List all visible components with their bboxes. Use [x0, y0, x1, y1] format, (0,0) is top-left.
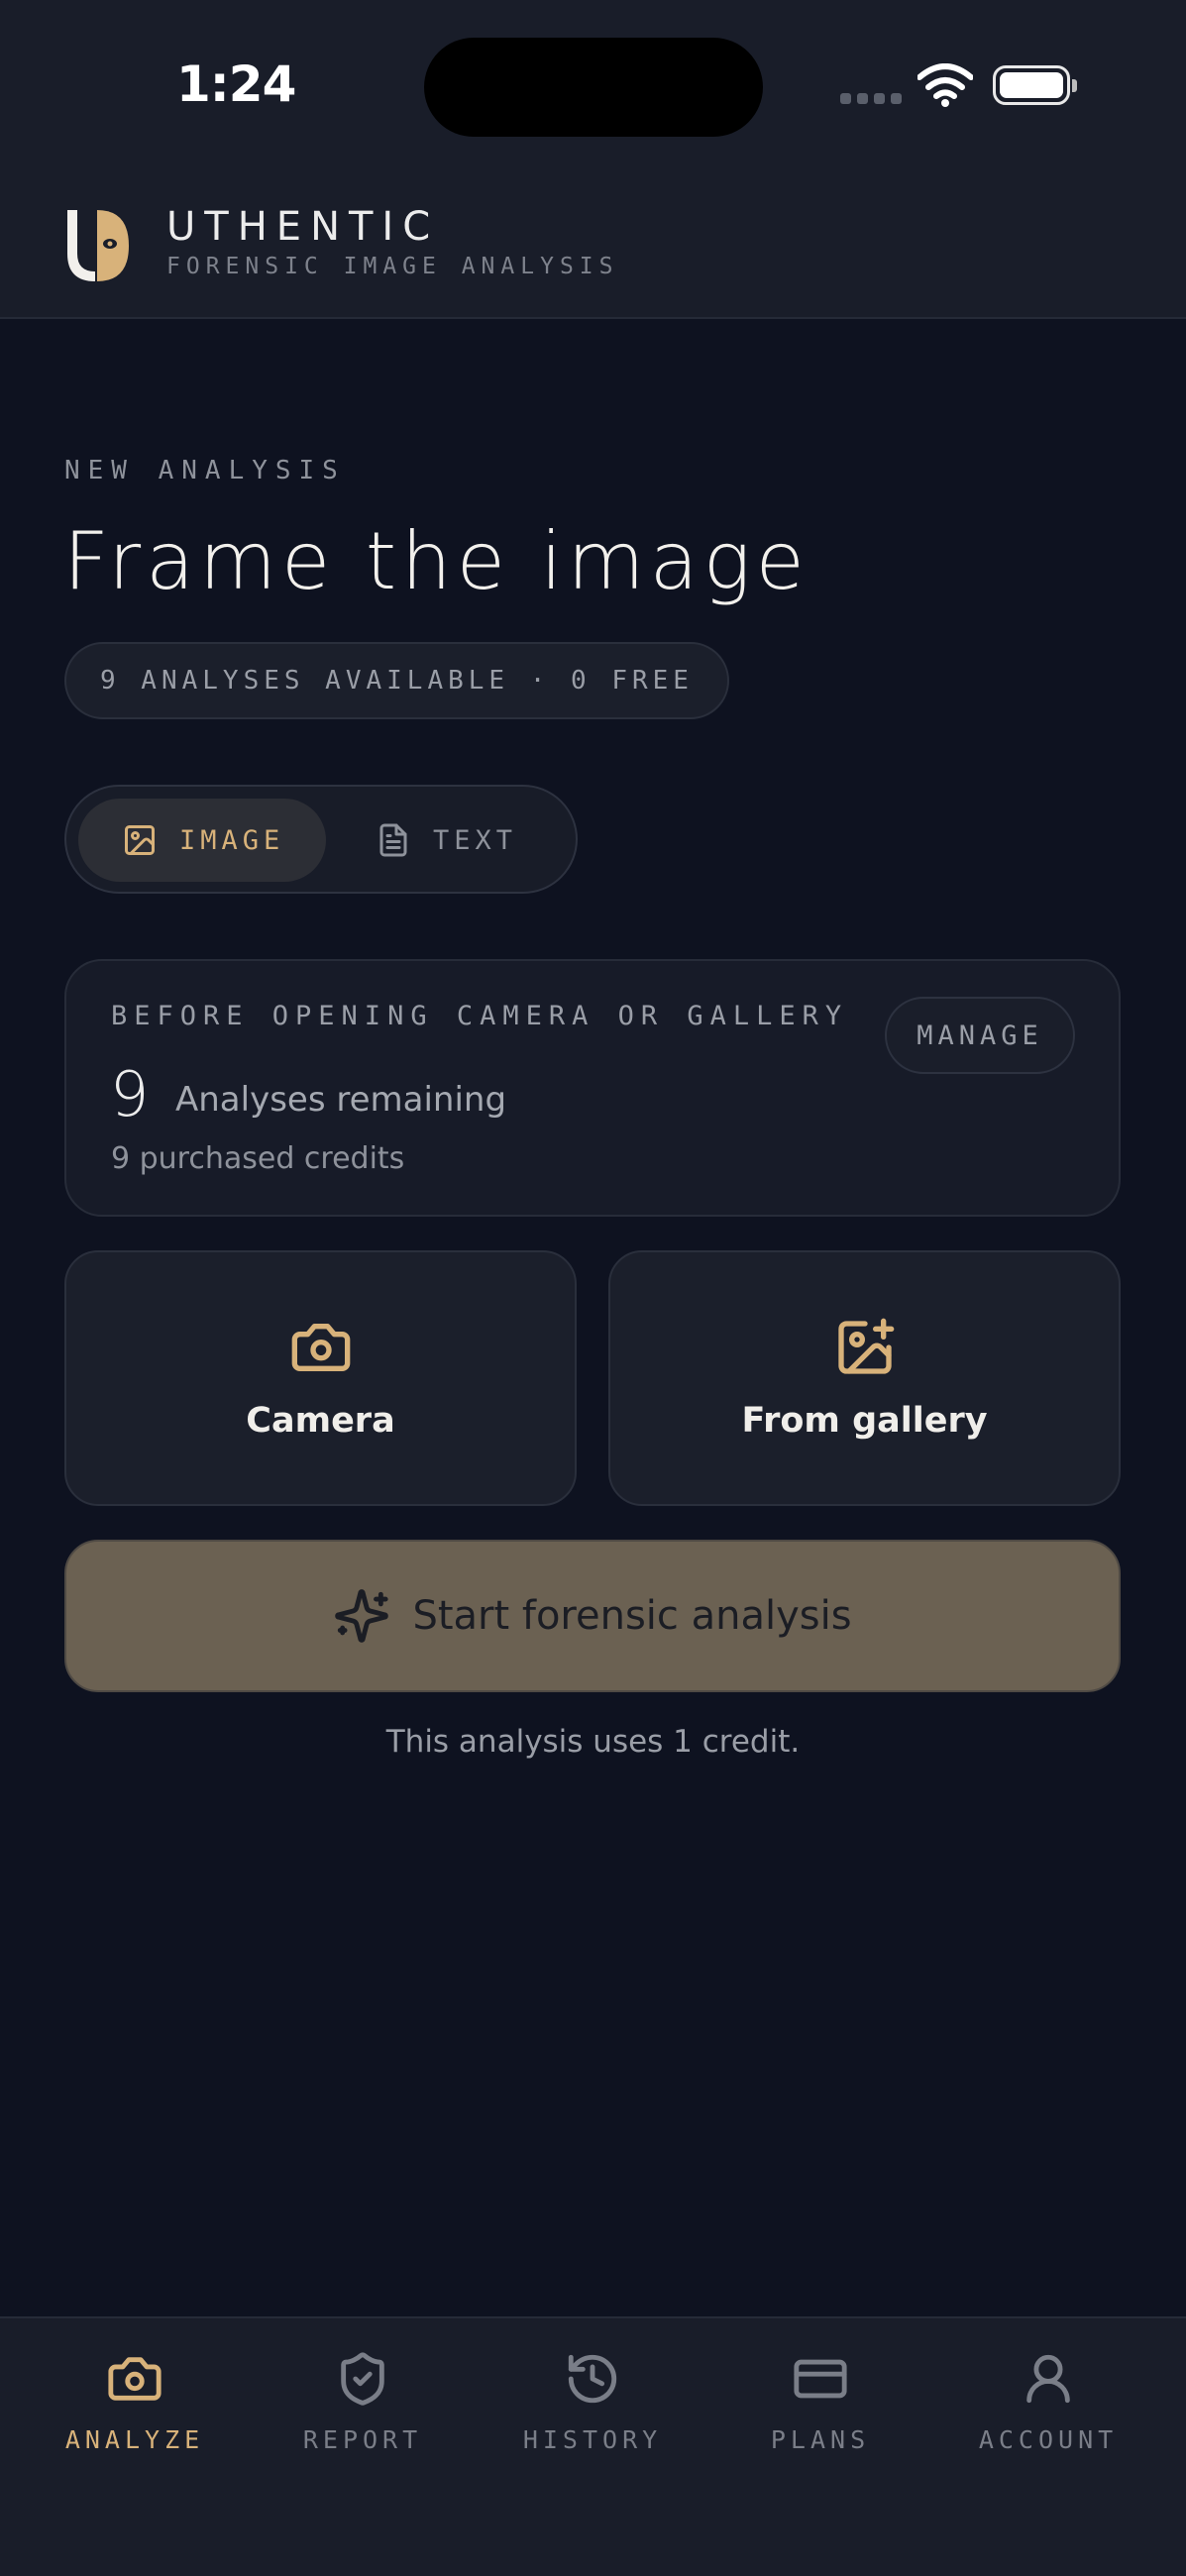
- status-bar: 1:24: [0, 0, 1186, 188]
- tab-label: REPORT: [302, 2425, 423, 2454]
- cellular-signal-icon: [840, 93, 902, 104]
- credits-count: 9: [110, 1058, 150, 1130]
- start-analysis-button[interactable]: Start forensic analysis: [64, 1540, 1121, 1692]
- history-icon: [568, 2354, 617, 2404]
- tab-report[interactable]: REPORT: [264, 2350, 462, 2454]
- section-eyebrow: NEW ANALYSIS: [64, 456, 346, 485]
- credits-sub: 9 purchased credits: [111, 1141, 405, 1176]
- credits-card: BEFORE OPENING CAMERA OR GALLERY 9 Analy…: [64, 959, 1121, 1217]
- brand-name: UTHENTIC: [166, 204, 440, 250]
- tab-analyze[interactable]: ANALYZE: [36, 2350, 234, 2454]
- tab-account[interactable]: ACCOUNT: [949, 2350, 1147, 2454]
- credits-eyebrow: BEFORE OPENING CAMERA OR GALLERY: [111, 1001, 849, 1031]
- document-icon: [379, 823, 407, 857]
- tab-label: PLANS: [770, 2425, 871, 2454]
- camera-button[interactable]: Camera: [64, 1250, 577, 1506]
- tab-label: ACCOUNT: [978, 2425, 1119, 2454]
- tab-history[interactable]: HISTORY: [493, 2350, 692, 2454]
- uthentic-logo: [65, 210, 129, 285]
- page-title: Frame the image: [63, 515, 809, 607]
- status-time: 1:24: [176, 55, 296, 113]
- camera-icon: [108, 2357, 162, 2401]
- wifi-icon: [917, 63, 973, 107]
- battery-icon: [993, 65, 1077, 105]
- start-analysis-label: Start forensic analysis: [412, 1593, 852, 1639]
- camera-icon: [291, 1324, 350, 1371]
- gallery-button-label: From gallery: [741, 1401, 988, 1441]
- availability-badge: 9 ANALYSES AVAILABLE · 0 FREE: [64, 642, 729, 719]
- image-icon: [125, 825, 155, 855]
- credit-usage-note: This analysis uses 1 credit.: [385, 1724, 801, 1760]
- mode-toggle: IMAGE TEXT: [64, 785, 578, 894]
- brand-tagline: FORENSIC IMAGE ANALYSIS: [166, 254, 619, 279]
- manage-button[interactable]: MANAGE: [885, 997, 1075, 1074]
- shield-check-icon: [341, 2352, 384, 2406]
- sparkles-icon: [335, 1589, 389, 1643]
- user-icon: [1026, 2354, 1070, 2404]
- tab-bar: ANALYZE REPORT HISTORY PLANS ACCOUNT: [0, 2316, 1186, 2576]
- tab-plans[interactable]: PLANS: [721, 2350, 919, 2454]
- mode-option-label: IMAGE: [179, 824, 285, 856]
- gallery-button[interactable]: From gallery: [608, 1250, 1121, 1506]
- tab-label: HISTORY: [522, 2425, 663, 2454]
- camera-button-label: Camera: [246, 1401, 395, 1441]
- mode-option-image[interactable]: IMAGE: [78, 799, 326, 882]
- image-plus-icon: [837, 1318, 894, 1374]
- mode-option-text[interactable]: TEXT: [376, 799, 564, 882]
- mode-option-label: TEXT: [433, 824, 518, 856]
- dynamic-island: [424, 38, 763, 137]
- tab-label: ANALYZE: [64, 2425, 205, 2454]
- credit-card-icon: [794, 2359, 847, 2399]
- credits-count-label: Analyses remaining: [175, 1080, 507, 1120]
